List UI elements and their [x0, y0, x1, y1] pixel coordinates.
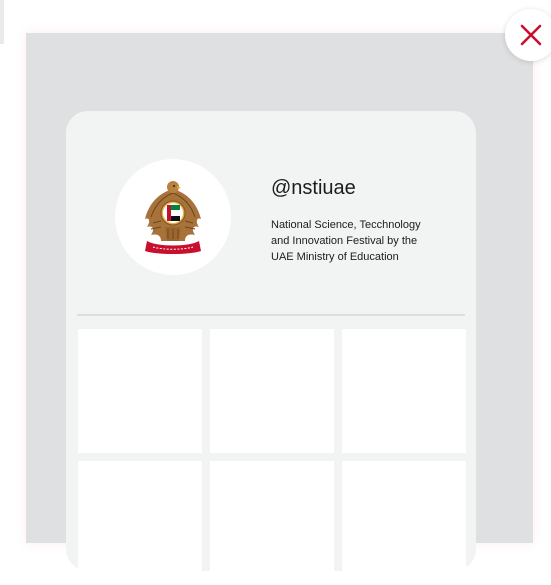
post-tile[interactable] — [210, 461, 334, 585]
profile-handle: @nstiuae — [271, 177, 356, 199]
background-page-edge — [0, 0, 4, 44]
post-grid — [78, 329, 466, 585]
post-tile[interactable] — [342, 329, 466, 453]
close-icon — [520, 24, 542, 46]
modal-overlay: @nstiuae National Science, Tecchnology a… — [26, 33, 533, 585]
section-divider — [77, 314, 465, 316]
post-tile[interactable] — [210, 329, 334, 453]
post-tile[interactable] — [342, 461, 466, 585]
close-button[interactable] — [505, 9, 551, 61]
uae-emblem-icon — [145, 181, 201, 254]
profile-avatar[interactable] — [115, 159, 231, 275]
profile-card: @nstiuae National Science, Tecchnology a… — [66, 111, 476, 585]
post-tile[interactable] — [78, 329, 202, 453]
post-tile[interactable] — [78, 461, 202, 585]
profile-bio: National Science, Tecchnology and Innova… — [271, 219, 421, 263]
